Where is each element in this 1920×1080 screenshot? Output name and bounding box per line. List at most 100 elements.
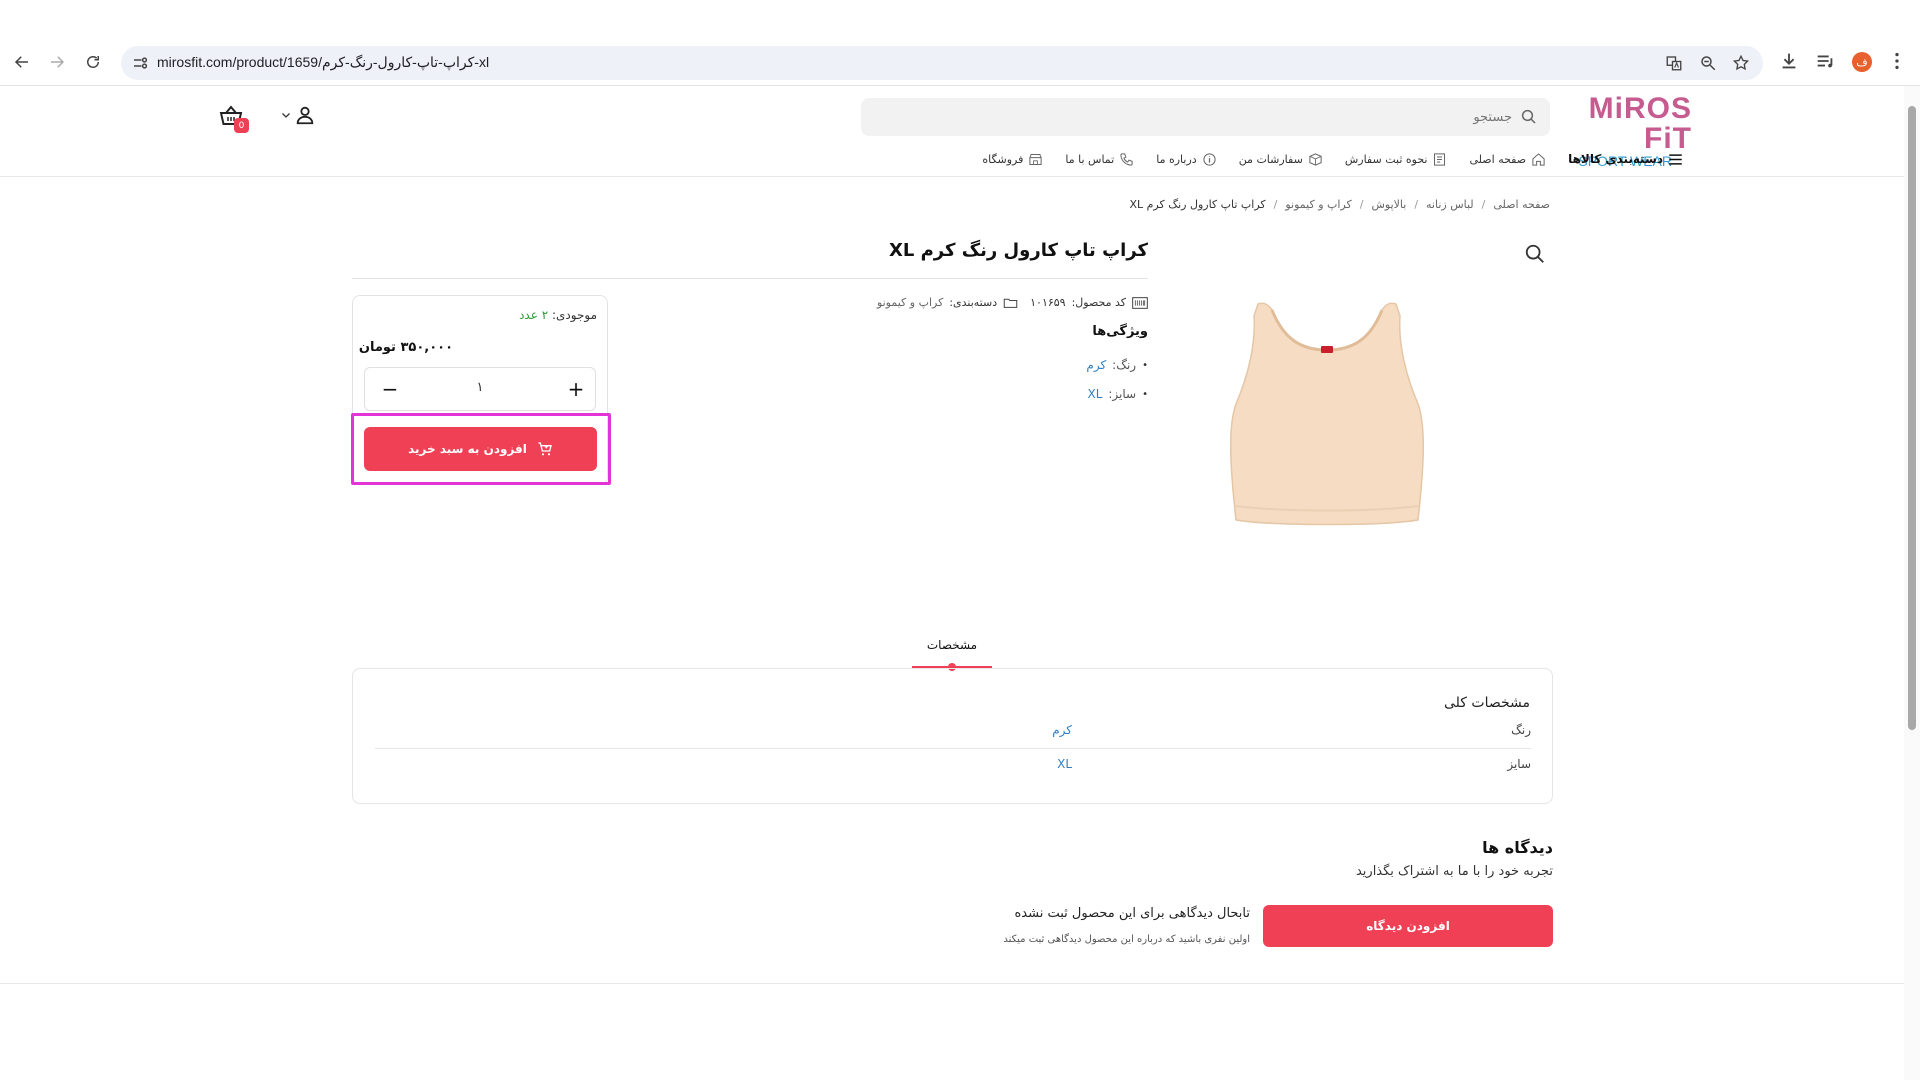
image-zoom-icon[interactable] xyxy=(1524,243,1546,265)
breadcrumb: صفحه اصلی / لباس زنانه / بالاپوش / کراپ … xyxy=(1129,198,1550,211)
feature-value[interactable]: XL xyxy=(1087,387,1102,401)
title-divider xyxy=(352,278,1148,279)
scrollbar-thumb[interactable] xyxy=(1908,106,1916,730)
stock-label: موجودی: xyxy=(551,308,597,322)
nav-item-label: فروشگاه xyxy=(982,152,1024,166)
product-code-value: ۱۰۱۶۵۹ xyxy=(1030,296,1066,309)
nav-item-my-orders[interactable]: سفارشات من xyxy=(1239,152,1323,167)
specs-panel: مشخصات کلی رنگ کرم سایز XL xyxy=(352,668,1553,804)
breadcrumb-current: کراپ تاپ کارول رنگ کرم XL xyxy=(1129,198,1266,211)
breadcrumb-link[interactable]: بالاپوش xyxy=(1371,198,1406,211)
search-icon[interactable] xyxy=(1520,108,1538,126)
nav-item-label: تماس با ما xyxy=(1065,152,1115,166)
nav-item-about[interactable]: درباره ما xyxy=(1156,152,1216,167)
quantity-value[interactable]: ۱ xyxy=(445,380,515,395)
reload-button[interactable] xyxy=(80,49,106,75)
profile-avatar[interactable]: ف xyxy=(1852,52,1872,72)
nav-item-label: صفحه اصلی xyxy=(1469,152,1527,166)
quantity-decrease-button[interactable]: − xyxy=(379,378,401,400)
bullet-icon: • xyxy=(1142,359,1148,371)
breadcrumb-link[interactable]: لباس زنانه xyxy=(1426,198,1474,211)
footer-divider xyxy=(0,983,1904,984)
breadcrumb-separator: / xyxy=(1414,198,1419,211)
site-info-icon[interactable] xyxy=(131,54,149,72)
specs-heading: مشخصات کلی xyxy=(1443,695,1530,711)
translate-icon[interactable] xyxy=(1665,54,1683,72)
url-text[interactable]: mirosfit.com/product/1659/کراپ-تاپ-کارول… xyxy=(157,54,489,71)
spec-row: سایز XL xyxy=(375,753,1531,777)
category-value[interactable]: کراپ و کیمونو xyxy=(877,296,943,309)
nav-item-label: درباره ما xyxy=(1156,152,1197,166)
feature-color: • رنگ: کرم xyxy=(1086,358,1148,372)
nav-item-home[interactable]: صفحه اصلی xyxy=(1469,152,1546,167)
product-meta: کد محصول: ۱۰۱۶۵۹ دسته‌بندی: کراپ و کیمون… xyxy=(877,296,1148,309)
search-input[interactable] xyxy=(912,105,1512,129)
forward-button[interactable] xyxy=(44,49,70,75)
bullet-icon: • xyxy=(1142,388,1148,400)
arrow-right-icon xyxy=(51,56,65,68)
arrow-left-icon xyxy=(14,56,28,68)
bookmark-star-icon[interactable] xyxy=(1732,54,1750,72)
download-icon[interactable] xyxy=(1778,50,1800,72)
folder-icon xyxy=(1003,298,1018,308)
media-queue-icon[interactable] xyxy=(1814,50,1836,72)
nav-item-how-to-order[interactable]: نحوه ثبت سفارش xyxy=(1345,152,1448,167)
feature-size: • سایز: XL xyxy=(1087,387,1148,401)
reviews-subtitle: تجربه خود را با ما به اشتراک بگذارید xyxy=(1355,864,1553,879)
breadcrumb-separator: / xyxy=(1359,198,1364,211)
add-to-cart-button[interactable]: افزودن به سبد خرید xyxy=(364,427,597,471)
add-to-cart-label: افزودن به سبد خرید xyxy=(408,442,527,456)
product-price: ۳۵۰,۰۰۰ تومان xyxy=(358,340,453,355)
spec-divider xyxy=(375,748,1531,749)
user-icon xyxy=(296,106,314,125)
nav-item-label: نحوه ثبت سفارش xyxy=(1344,152,1428,166)
quantity-stepper: + ۱ − xyxy=(364,367,596,411)
chevron-down-icon xyxy=(282,113,290,118)
stock-info: موجودی: ۲ عدد xyxy=(519,308,597,322)
package-icon xyxy=(1309,152,1322,166)
breadcrumb-separator: / xyxy=(1273,198,1278,211)
nav-item-contact[interactable]: تماس با ما xyxy=(1065,152,1134,167)
quantity-increase-button[interactable]: + xyxy=(565,378,587,400)
feature-label: سایز: xyxy=(1108,387,1137,401)
feature-label: رنگ: xyxy=(1112,358,1137,372)
search-box[interactable] xyxy=(861,98,1550,136)
breadcrumb-link[interactable]: صفحه اصلی xyxy=(1493,198,1550,211)
home-icon xyxy=(1532,152,1545,166)
no-reviews-hint: اولین نفری باشید که درباره این محصول دید… xyxy=(1003,934,1250,945)
info-icon xyxy=(1203,152,1216,166)
nav-item-label: سفارشات من xyxy=(1238,152,1303,166)
cart-button[interactable]: 0 xyxy=(218,104,249,134)
cart-count-badge: 0 xyxy=(234,118,249,133)
spec-key: سایز xyxy=(1507,757,1531,771)
back-button[interactable] xyxy=(9,49,35,75)
spec-value[interactable]: کرم xyxy=(1052,723,1072,737)
hamburger-icon xyxy=(1669,153,1682,165)
category-label: دسته‌بندی: xyxy=(949,296,998,309)
breadcrumb-separator: / xyxy=(1481,198,1486,211)
product-code-label: کد محصول: xyxy=(1071,296,1126,309)
add-review-button[interactable]: افزودن دیدگاه xyxy=(1263,905,1553,947)
barcode-icon xyxy=(1132,296,1148,309)
breadcrumb-link[interactable]: کراپ و کیمونو xyxy=(1285,198,1351,211)
zoom-icon[interactable] xyxy=(1699,54,1717,72)
main-nav: دسته‌بندی کالاها صفحه اصلی نحوه ثبت سفار… xyxy=(982,148,1683,170)
store-icon xyxy=(1029,153,1042,165)
spec-key: رنگ xyxy=(1511,723,1531,737)
phone-icon xyxy=(1120,152,1133,166)
spec-value[interactable]: XL xyxy=(1057,757,1072,771)
reload-icon xyxy=(87,56,99,68)
browser-chrome: mirosfit.com/product/1659/کراپ-تاپ-کارول… xyxy=(0,0,1920,86)
user-account-menu[interactable] xyxy=(280,104,316,126)
product-title: کراپ تاپ کارول رنگ کرم XL xyxy=(888,240,1148,261)
product-image[interactable] xyxy=(1222,296,1432,528)
spec-row: رنگ کرم xyxy=(375,719,1531,743)
address-bar[interactable]: mirosfit.com/product/1659/کراپ-تاپ-کارول… xyxy=(121,46,1763,80)
nav-categories[interactable]: دسته‌بندی کالاها xyxy=(1568,152,1683,166)
reviews-title: دیدگاه ها xyxy=(1482,838,1553,857)
nav-item-store[interactable]: فروشگاه xyxy=(982,152,1043,167)
cart-plus-icon xyxy=(538,442,552,456)
feature-value[interactable]: کرم xyxy=(1086,358,1106,372)
kebab-menu-icon[interactable] xyxy=(1886,50,1908,72)
site-logo[interactable]: MiROS FiT SPORT WEAR xyxy=(1562,94,1692,169)
